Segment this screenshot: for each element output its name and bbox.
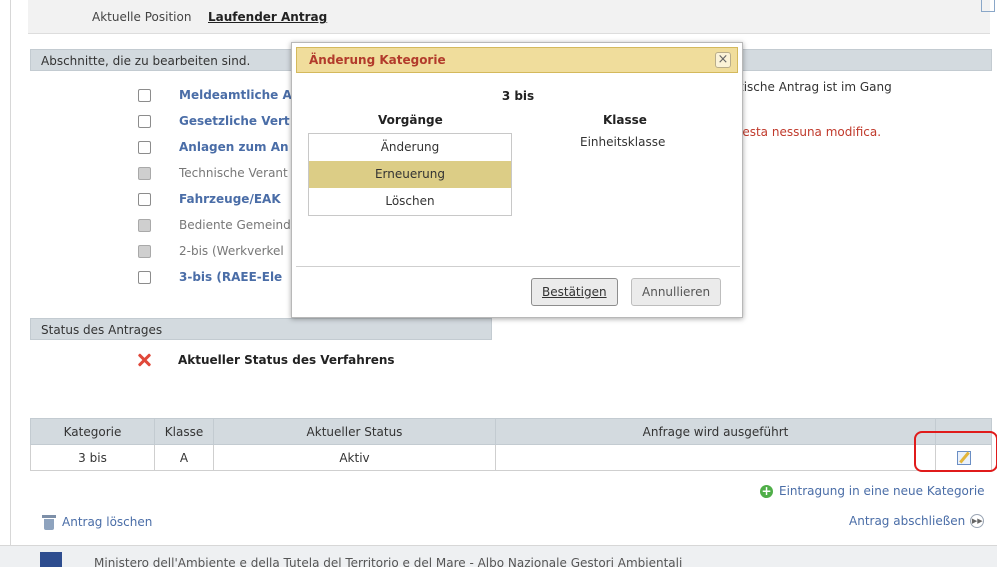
operation-item-delete[interactable]: Löschen — [309, 188, 511, 215]
checklist-item[interactable]: Fahrzeuge/EAK — [138, 186, 292, 212]
footer: Ministero dell'Ambiente e della Tutela d… — [0, 545, 997, 567]
checkbox-disabled — [138, 244, 151, 258]
dialog-divider — [296, 266, 740, 267]
section-label: Bediente Gemeind — [179, 218, 291, 232]
trash-icon — [42, 514, 56, 530]
checklist-item[interactable]: Gesetzliche Vert — [138, 108, 292, 134]
checklist-item[interactable]: Meldeamtliche A — [138, 82, 292, 108]
close-icon[interactable]: × — [715, 52, 731, 68]
close-application-link[interactable]: Antrag abschließen ▶▶ — [849, 514, 985, 528]
status-header: Status des Antrages — [30, 318, 492, 340]
class-heading: Klasse — [603, 113, 647, 127]
error-x-icon — [136, 352, 152, 368]
checkbox-disabled — [138, 218, 151, 232]
col-header-anfrage: Anfrage wird ausgeführt — [495, 418, 936, 445]
table-row: 3 bis A Aktiv — [30, 444, 992, 471]
corner-icon — [981, 0, 995, 12]
section-link[interactable]: Fahrzeuge/EAK — [179, 192, 281, 206]
operations-heading: Vorgänge — [378, 113, 443, 127]
section-link[interactable]: Anlagen zum An — [179, 140, 289, 154]
close-label: Antrag abschließen — [849, 514, 966, 528]
section-link[interactable]: Meldeamtliche A — [179, 88, 292, 102]
operation-item-change[interactable]: Änderung — [309, 134, 511, 161]
delete-application-link[interactable]: Antrag löschen — [42, 514, 152, 530]
section-link[interactable]: Gesetzliche Vert — [179, 114, 290, 128]
cell-anfrage — [495, 444, 936, 471]
checkbox-disabled — [138, 166, 151, 180]
checkbox[interactable] — [138, 270, 151, 284]
warning-note: iesta nessuna modifica. — [739, 125, 882, 139]
checkbox[interactable] — [138, 88, 151, 102]
col-header-klasse: Klasse — [154, 418, 214, 445]
ministry-logo-icon — [40, 552, 62, 567]
footer-text: Ministero dell'Ambiente e della Tutela d… — [94, 556, 683, 567]
highlight-box — [914, 431, 997, 472]
checkbox[interactable] — [138, 114, 151, 128]
confirm-button[interactable]: Bestätigen — [531, 278, 618, 306]
cell-status: Aktiv — [213, 444, 496, 471]
new-category-label: Eintragung in eine neue Kategorie — [779, 484, 985, 498]
status-title: Aktueller Status des Verfahrens — [178, 353, 395, 367]
status-row: Aktueller Status des Verfahrens — [136, 352, 395, 368]
checklist-item: 2-bis (Werkverkel — [138, 238, 292, 264]
dialog-subtitle: 3 bis — [501, 89, 535, 103]
cancel-button[interactable]: Annullieren — [631, 278, 722, 306]
operations-list: Änderung Erneuerung Löschen — [308, 133, 512, 216]
plus-icon: + — [760, 483, 773, 498]
class-value: Einheitsklasse — [580, 135, 666, 149]
checklist-item[interactable]: 3-bis (RAEE-Ele — [138, 264, 292, 290]
section-checklist: Meldeamtliche A Gesetzliche Vert Anlagen… — [138, 82, 292, 290]
delete-label: Antrag löschen — [62, 515, 153, 529]
dialog-title: Änderung Kategorie — [309, 53, 446, 67]
fast-forward-icon: ▶▶ — [970, 514, 985, 528]
category-table: Kategorie Klasse Aktueller Status Anfrag… — [30, 418, 992, 471]
checklist-item: Technische Verant — [138, 160, 292, 186]
checkbox[interactable] — [138, 140, 151, 154]
checklist-item: Bediente Gemeind — [138, 212, 292, 238]
operation-item-renewal[interactable]: Erneuerung — [309, 161, 511, 188]
dialog-header: Änderung Kategorie × — [296, 47, 738, 73]
section-label: 2-bis (Werkverkel — [179, 244, 284, 258]
col-header-status: Aktueller Status — [213, 418, 496, 445]
section-label: Technische Verant — [179, 166, 288, 180]
section-link[interactable]: 3-bis (RAEE-Ele — [179, 270, 282, 284]
cell-klasse: A — [154, 444, 214, 471]
status-note: tische Antrag ist im Gang — [739, 80, 892, 94]
new-category-link[interactable]: + Eintragung in eine neue Kategorie — [760, 484, 985, 498]
col-header-kategorie: Kategorie — [30, 418, 155, 445]
cell-kategorie: 3 bis — [30, 444, 155, 471]
position-label: Aktuelle Position — [92, 10, 192, 24]
change-category-dialog: Änderung Kategorie × 3 bis Vorgänge Klas… — [291, 42, 743, 318]
position-value[interactable]: Laufender Antrag — [208, 10, 327, 24]
checkbox[interactable] — [138, 192, 151, 206]
position-bar: Aktuelle Position Laufender Antrag — [28, 0, 990, 34]
checklist-item[interactable]: Anlagen zum An — [138, 134, 292, 160]
